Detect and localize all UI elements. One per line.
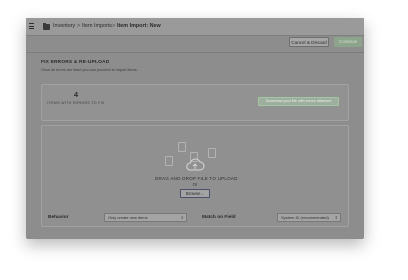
behavior-label: Behavior [48, 215, 69, 220]
download-errors-link[interactable]: Download your file with errors attached [258, 97, 339, 106]
match-field-select-value: System ID (recommended) [281, 215, 329, 220]
chevron-updown-icon: ⇕ [180, 215, 184, 220]
breadcrumb-inventory[interactable]: Inventory [53, 22, 75, 30]
menu-icon[interactable] [29, 23, 34, 29]
drop-instructions: DRAG AND DROP FILE TO UPLOAD [155, 176, 238, 181]
divider [26, 52, 364, 53]
breadcrumb-item-imports[interactable]: Item Imports [82, 22, 112, 30]
browse-button[interactable]: Browse... [180, 189, 210, 198]
cloud-upload-icon [186, 158, 205, 171]
breadcrumb-current: Item Import: New [117, 23, 161, 29]
section-title: FIX ERRORS & RE-UPLOAD [41, 60, 110, 65]
breadcrumb-separator: > [77, 23, 81, 29]
chevron-updown-icon: ⇕ [334, 215, 338, 220]
match-field-select[interactable]: System ID (recommended) ⇕ [277, 213, 341, 222]
or-text: Or [192, 182, 198, 187]
file-icon [178, 142, 186, 152]
continue-button[interactable]: Continue [334, 37, 362, 47]
cancel-discard-button[interactable]: Cancel & Discard [289, 37, 329, 47]
match-field-label: Match on Field [202, 215, 236, 220]
file-icon [208, 148, 216, 158]
behavior-select-value: Only create new items [108, 215, 148, 220]
error-count-label: ITEMS WITH ERRORS TO FIX [47, 101, 105, 105]
file-icon [165, 156, 173, 166]
error-count: 4 [73, 90, 79, 99]
behavior-select[interactable]: Only create new items ⇕ [104, 213, 187, 222]
folder-icon [43, 23, 50, 30]
breadcrumb-separator: > [112, 23, 116, 29]
section-subtitle: Once all errors are fixed you can procee… [41, 68, 138, 72]
